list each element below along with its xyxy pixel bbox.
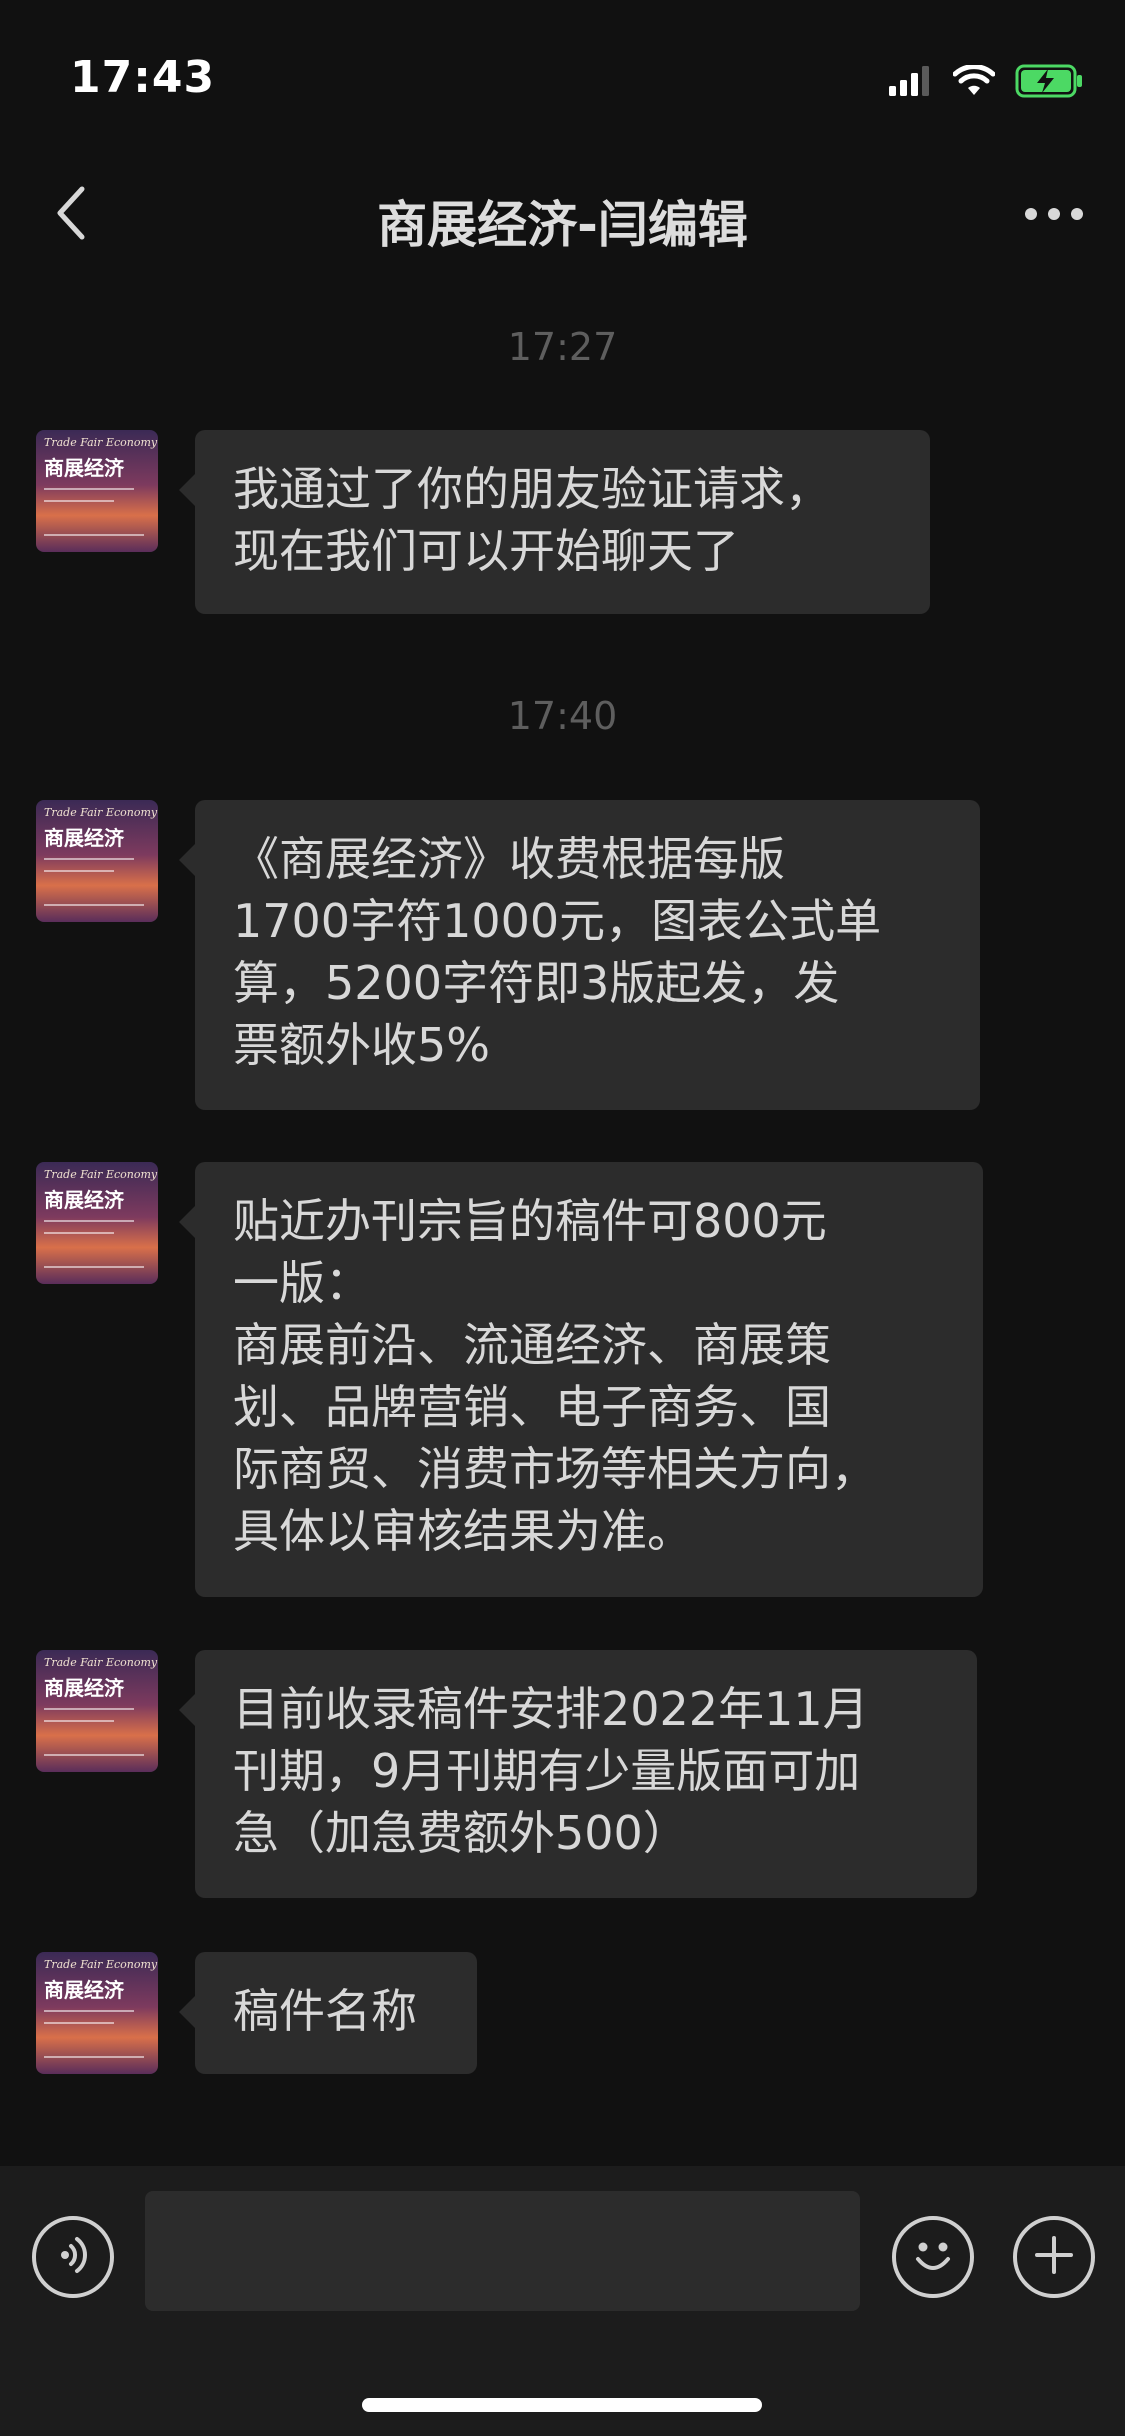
emoji-button[interactable]	[892, 2216, 974, 2298]
avatar-title-cn: 商展经济	[44, 456, 124, 480]
emoji-icon	[903, 2225, 963, 2289]
contact-avatar[interactable]: Trade Fair Economy 商展经济	[36, 800, 158, 922]
wifi-icon	[952, 64, 996, 101]
avatar-title-en: Trade Fair Economy	[44, 806, 158, 819]
chat-title: 商展经济-闫编辑	[377, 196, 748, 254]
message-input[interactable]	[145, 2191, 860, 2311]
add-button[interactable]	[1013, 2216, 1095, 2298]
message-bubble[interactable]: 稿件名称	[179, 1952, 477, 2074]
message-timestamp: 17:27	[507, 325, 618, 369]
avatar-title-en: Trade Fair Economy	[44, 1168, 158, 1181]
status-bar: 17:43	[0, 0, 1125, 140]
message-timestamp: 17:40	[507, 694, 618, 738]
avatar-title-cn: 商展经济	[44, 1978, 124, 2002]
more-button[interactable]	[1019, 193, 1089, 237]
chat-header: 商展经济-闫编辑	[0, 150, 1125, 280]
voice-input-icon	[51, 2233, 95, 2281]
avatar-title-cn: 商展经济	[44, 1188, 124, 1212]
input-bar	[0, 2166, 1125, 2436]
message-bubble[interactable]: 《商展经济》收费根据每版 1700字符1000元，图表公式单 算，5200字符即…	[179, 800, 980, 1110]
contact-avatar[interactable]: Trade Fair Economy 商展经济	[36, 1650, 158, 1772]
back-button[interactable]	[40, 183, 100, 247]
cellular-signal-icon	[889, 66, 933, 100]
chevron-left-icon	[54, 185, 86, 245]
message-bubble[interactable]: 我通过了你的朋友验证请求， 现在我们可以开始聊天了	[179, 430, 930, 614]
home-indicator[interactable]	[362, 2398, 762, 2412]
status-icons	[889, 60, 1085, 106]
voice-button[interactable]	[32, 2216, 114, 2298]
avatar-title-en: Trade Fair Economy	[44, 1958, 158, 1971]
battery-charging-icon	[1015, 64, 1085, 102]
contact-avatar[interactable]: Trade Fair Economy 商展经济	[36, 430, 158, 552]
plus-icon	[1029, 2230, 1079, 2284]
avatar-title-cn: 商展经济	[44, 1676, 124, 1700]
contact-avatar[interactable]: Trade Fair Economy 商展经济	[36, 1952, 158, 2074]
more-dots-icon	[1024, 206, 1084, 225]
avatar-title-cn: 商展经济	[44, 826, 124, 850]
avatar-title-en: Trade Fair Economy	[44, 436, 158, 449]
message-bubble[interactable]: 贴近办刊宗旨的稿件可800元 一版： 商展前沿、流通经济、商展策 划、品牌营销、…	[179, 1162, 983, 1597]
message-bubble[interactable]: 目前收录稿件安排2022年11月 刊期，9月刊期有少量版面可加 急（加急费额外5…	[179, 1650, 977, 1898]
status-time: 17:43	[70, 52, 216, 103]
contact-avatar[interactable]: Trade Fair Economy 商展经济	[36, 1162, 158, 1284]
avatar-title-en: Trade Fair Economy	[44, 1656, 158, 1669]
